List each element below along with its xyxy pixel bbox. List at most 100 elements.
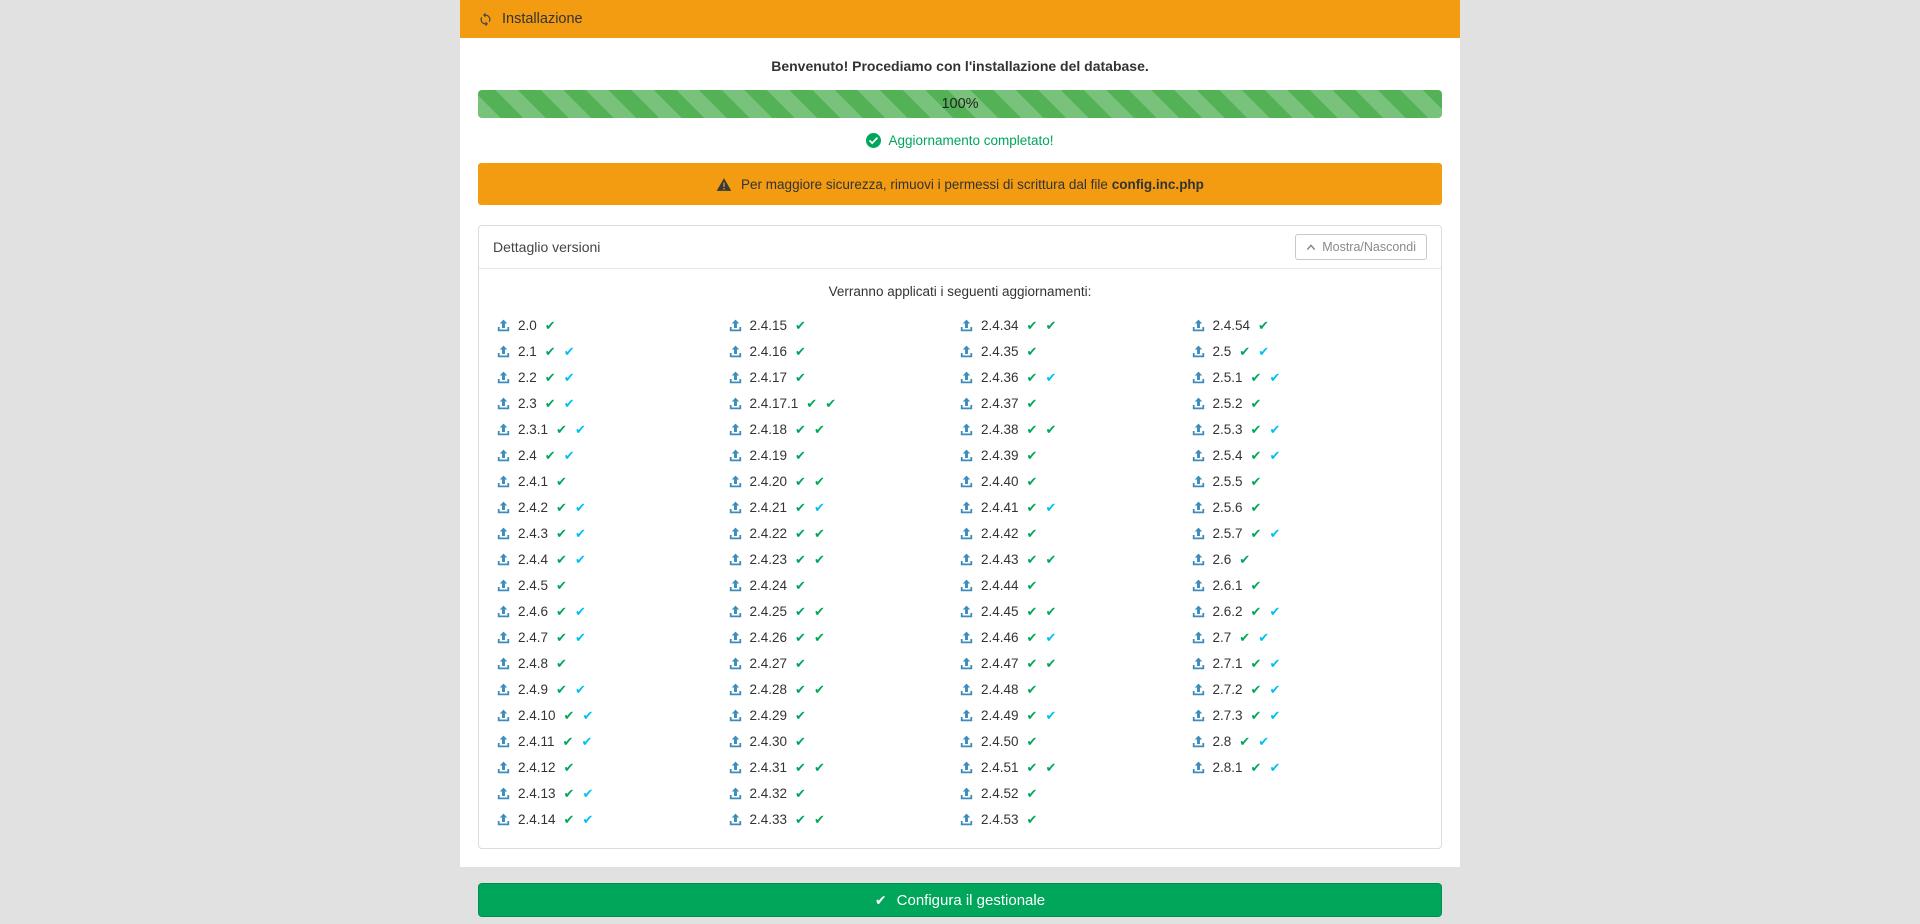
version-item: 2.4.21✔✔ [729, 494, 961, 520]
upload-icon [1192, 345, 1205, 358]
upload-icon [960, 371, 973, 384]
version-label: 2.5.7 [1213, 526, 1243, 541]
version-label: 2.5.6 [1213, 500, 1243, 515]
check-icon: ✔ [1269, 605, 1280, 618]
check-icon: ✔ [814, 527, 825, 540]
upload-icon [729, 449, 742, 462]
check-icon: ✔ [1045, 605, 1056, 618]
upload-icon [729, 605, 742, 618]
upload-icon [497, 423, 510, 436]
version-label: 2.4.13 [518, 786, 556, 801]
upload-icon [729, 397, 742, 410]
upload-icon [729, 553, 742, 566]
check-icon: ✔ [1269, 449, 1280, 462]
check-icon: ✔ [575, 527, 586, 540]
version-item: 2.5.5✔ [1192, 468, 1424, 494]
check-icon: ✔ [795, 657, 806, 670]
check-icon: ✔ [1045, 319, 1056, 332]
upload-icon [729, 813, 742, 826]
check-icon: ✔ [1251, 423, 1262, 436]
check-icon: ✔ [556, 605, 567, 618]
version-label: 2.5.4 [1213, 448, 1243, 463]
check-icon: ✔ [1027, 657, 1038, 670]
check-icon: ✔ [1045, 631, 1056, 644]
upload-icon [1192, 423, 1205, 436]
upload-icon [497, 709, 510, 722]
check-icon: ✔ [1269, 371, 1280, 384]
upload-icon [960, 345, 973, 358]
version-item: 2.4.26✔✔ [729, 624, 961, 650]
version-label: 2.4.53 [981, 812, 1019, 827]
upload-icon [497, 319, 510, 332]
version-label: 2.4.31 [750, 760, 788, 775]
check-icon: ✔ [582, 787, 593, 800]
version-label: 2.4.6 [518, 604, 548, 619]
check-icon: ✔ [795, 319, 806, 332]
check-icon: ✔ [1269, 423, 1280, 436]
upload-icon [1192, 605, 1205, 618]
check-icon: ✔ [795, 553, 806, 566]
version-item: 2.4.41✔✔ [960, 494, 1192, 520]
warning-icon [716, 177, 732, 192]
upload-icon [960, 631, 973, 644]
version-label: 2.4.29 [750, 708, 788, 723]
version-item: 2.4.44✔ [960, 572, 1192, 598]
check-icon: ✔ [556, 683, 567, 696]
check-icon: ✔ [575, 553, 586, 566]
version-item: 2.4.1✔ [497, 468, 729, 494]
version-label: 2.4 [518, 448, 537, 463]
version-item: 2.4.7✔✔ [497, 624, 729, 650]
version-label: 2.7.1 [1213, 656, 1243, 671]
upload-icon [729, 735, 742, 748]
check-icon: ✔ [1045, 501, 1056, 514]
configure-button[interactable]: ✔ Configura il gestionale [478, 883, 1442, 917]
check-icon: ✔ [814, 605, 825, 618]
version-label: 2.4.4 [518, 552, 548, 567]
check-icon: ✔ [1045, 371, 1056, 384]
upload-icon [960, 735, 973, 748]
install-container: Installazione Benvenuto! Procediamo con … [460, 0, 1460, 917]
version-item: 2.4.15✔ [729, 312, 961, 338]
version-label: 2.4.16 [750, 344, 788, 359]
check-icon: ✔ [575, 501, 586, 514]
version-item: 2.4.24✔ [729, 572, 961, 598]
version-item: 2.1✔✔ [497, 338, 729, 364]
version-item: 2.4.18✔✔ [729, 416, 961, 442]
upload-icon [960, 657, 973, 670]
version-item: 2.8✔✔ [1192, 728, 1424, 754]
check-icon: ✔ [795, 605, 806, 618]
version-item: 2.4.31 ✔ ✔ [729, 754, 961, 780]
upload-icon [497, 501, 510, 514]
upload-icon [497, 579, 510, 592]
versions-panel-body: Verranno applicati i seguenti aggiorname… [479, 269, 1441, 848]
check-icon: ✔ [814, 761, 825, 774]
check-icon: ✔ [795, 761, 806, 774]
warning-text: Per maggiore sicurezza, rimuovi i permes… [741, 177, 1204, 192]
version-item: 2.5.2✔ [1192, 390, 1424, 416]
version-item: 2.4.11✔✔ [497, 728, 729, 754]
check-icon: ✔ [1269, 683, 1280, 696]
check-icon: ✔ [795, 501, 806, 514]
version-item: 2.4.39✔ [960, 442, 1192, 468]
upload-icon [1192, 449, 1205, 462]
version-label: 2.4.18 [750, 422, 788, 437]
upload-icon [960, 579, 973, 592]
upload-icon [960, 709, 973, 722]
upload-icon [497, 449, 510, 462]
upload-icon [1192, 397, 1205, 410]
upload-icon [729, 371, 742, 384]
version-label: 2.0 [518, 318, 537, 333]
card-body: Benvenuto! Procediamo con l'installazion… [460, 38, 1460, 867]
upload-icon [497, 735, 510, 748]
check-icon: ✔ [1251, 371, 1262, 384]
check-icon: ✔ [1239, 631, 1250, 644]
success-text: Aggiornamento completato! [888, 133, 1053, 148]
upload-icon [497, 761, 510, 774]
version-label: 2.4.8 [518, 656, 548, 671]
version-item: 2.4.22✔✔ [729, 520, 961, 546]
check-icon: ✔ [1027, 345, 1038, 358]
check-icon: ✔ [556, 527, 567, 540]
toggle-versions-button[interactable]: Mostra/Nascondi [1295, 234, 1427, 260]
version-label: 2.4.49 [981, 708, 1019, 723]
check-icon: ✔ [1269, 657, 1280, 670]
